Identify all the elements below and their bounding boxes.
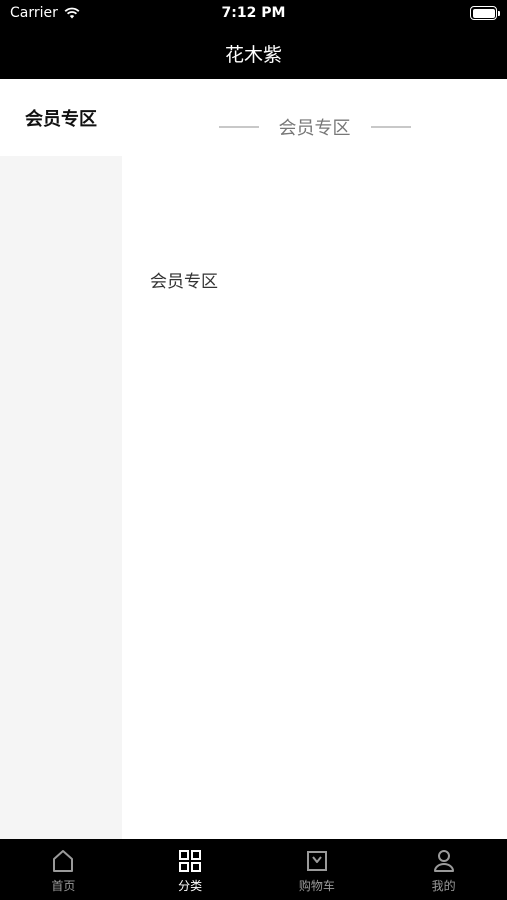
sidebar-item-label: 会员专区 xyxy=(25,108,97,130)
tab-mine[interactable]: 我的 xyxy=(380,839,507,900)
subcategory-item[interactable]: 会员专区 xyxy=(150,267,218,292)
sidebar-item-member-zone[interactable]: 会员专区 xyxy=(0,79,122,156)
tab-home[interactable]: 首页 xyxy=(0,839,127,900)
divider-right xyxy=(370,126,411,128)
tab-label: 我的 xyxy=(431,879,456,893)
section-header: 会员专区 xyxy=(122,115,507,139)
grid-icon xyxy=(179,850,202,872)
tab-label: 分类 xyxy=(178,879,203,893)
tab-label: 首页 xyxy=(51,879,76,893)
page-title: 花木紫 xyxy=(224,44,282,66)
battery-icon xyxy=(470,6,500,20)
tab-label: 购物车 xyxy=(298,879,335,893)
tab-category[interactable]: 分类 xyxy=(127,839,254,900)
divider-left xyxy=(218,126,259,128)
section-title: 会员专区 xyxy=(278,118,351,139)
home-icon xyxy=(53,850,74,872)
status-bar: Carrier 7:12 PM xyxy=(0,0,507,28)
navigation-bar: 花木紫 xyxy=(0,28,507,79)
tab-bar: 首页 分类 购物车 我的 xyxy=(0,839,507,900)
subcategory-label: 会员专区 xyxy=(150,272,218,292)
status-time: 7:12 PM xyxy=(221,5,286,21)
user-icon xyxy=(433,850,454,872)
cart-bag-icon xyxy=(306,851,327,871)
category-content: 会员专区 会员专区 xyxy=(122,79,507,839)
category-sidebar: 会员专区 xyxy=(0,79,122,839)
tab-cart[interactable]: 购物车 xyxy=(254,839,381,900)
